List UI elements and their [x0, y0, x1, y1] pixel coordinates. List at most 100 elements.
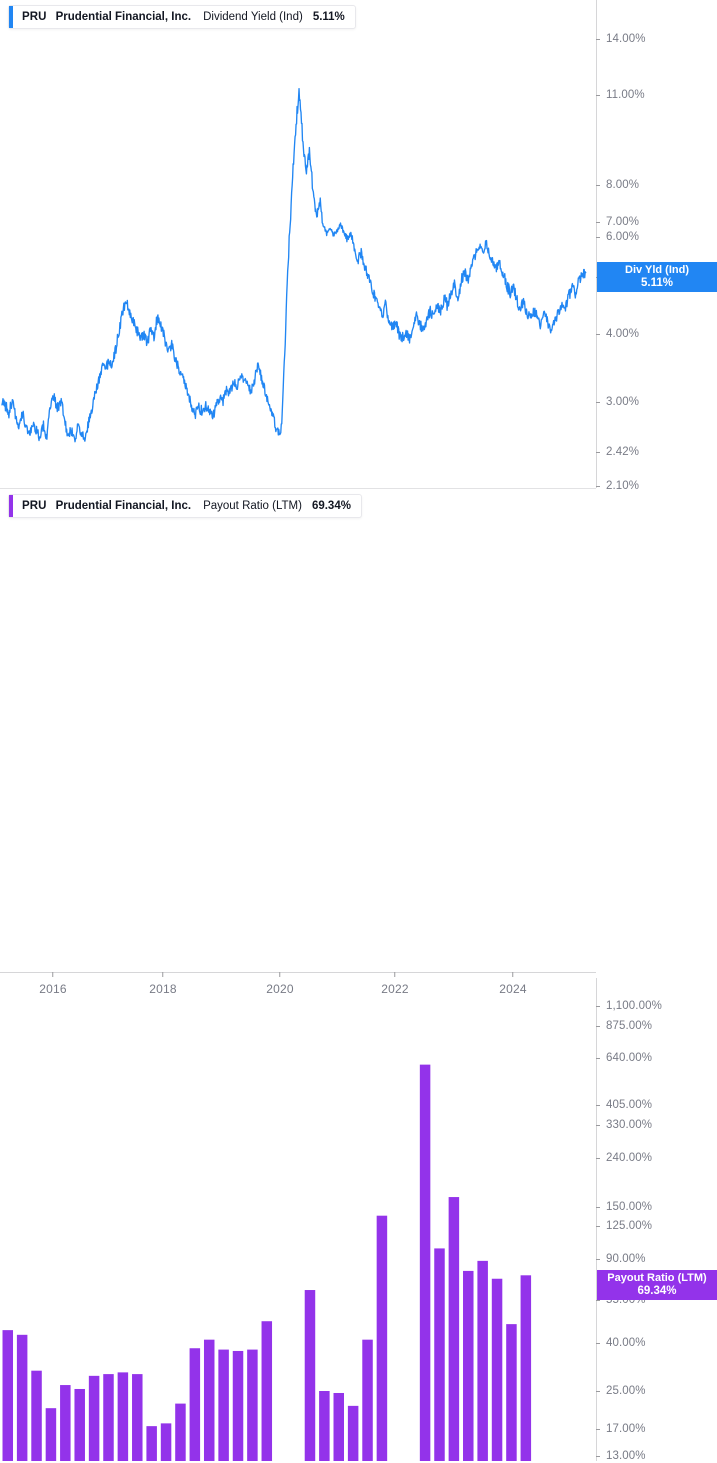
time-tick-label: 2024 [499, 982, 527, 996]
payout-ratio-price-axis[interactable]: 1,100.00% 875.00% 640.00% 405.00% 330.00% 240… [596, 978, 717, 1463]
payout-ratio-bar[interactable] [333, 1392, 345, 1461]
time-axis[interactable]: 2016 2018 2020 2022 2024 [0, 972, 596, 1005]
axis-tick-mark [596, 1428, 600, 1430]
dividend-yield-plot[interactable] [0, 0, 596, 487]
axis-tick-mark [596, 1057, 600, 1059]
payout-ratio-bar[interactable] [31, 1370, 42, 1461]
payout-ratio-bar[interactable] [189, 1348, 201, 1461]
payout-ratio-bar[interactable] [362, 1339, 373, 1461]
axis-tick: 13.00% [596, 1449, 646, 1463]
axis-tick: 17.00% [596, 1422, 646, 1436]
payout-ratio-bar[interactable] [88, 1375, 100, 1461]
axis-tick: 90.00% [596, 1252, 646, 1266]
axis-tick-label: 405.00% [606, 1099, 653, 1111]
axis-tick-mark [596, 94, 600, 96]
payout-ratio-bar[interactable] [304, 1290, 316, 1461]
axis-tick-mark [596, 485, 600, 487]
axis-tick: 7.00% [596, 215, 639, 229]
metric-value: 69.34% [311, 500, 351, 512]
axis-tick: 2.42% [596, 445, 639, 459]
payout-ratio-bar[interactable] [463, 1270, 474, 1461]
payout-ratio-bar[interactable] [103, 1374, 114, 1461]
axis-tick-label: 14.00% [606, 33, 646, 45]
axis-tick-mark [596, 451, 600, 453]
time-axis-tick: 2020 [266, 972, 294, 996]
payout-ratio-bar[interactable] [16, 1334, 28, 1461]
payout-ratio-panel: 1,100.00% 875.00% 640.00% 405.00% 330.00% 240… [0, 489, 717, 1462]
axis-tick-label: 11.00% [606, 89, 645, 101]
axis-tick-label: 4.00% [606, 328, 640, 340]
axis-tick-mark [596, 1455, 600, 1457]
company-name: Prudential Financial, Inc. [55, 500, 192, 512]
axis-tick: 40.00% [596, 1336, 646, 1350]
dividend-yield-line-svg [1, 88, 587, 443]
time-tick-label: 2018 [149, 982, 177, 996]
payout-ratio-bar[interactable] [376, 1215, 388, 1461]
axis-tick-mark [596, 1342, 600, 1344]
axis-tick: 8.00% [596, 178, 639, 192]
payout-ratio-bar[interactable] [160, 1423, 172, 1461]
time-axis-tick: 2022 [381, 972, 409, 996]
payout-ratio-bar[interactable] [203, 1339, 215, 1461]
dividend-yield-price-axis[interactable]: 14.00%11.00%8.00%7.00%6.00%5.00%4.00%3.0… [596, 0, 717, 492]
payout-ratio-bar[interactable] [2, 1330, 14, 1461]
payout-ratio-bar-svg [2, 1064, 532, 1461]
dividend-yield-legend-chip[interactable]: PRU Prudential Financial, Inc. Dividend … [8, 5, 356, 29]
axis-tick-label: 2.42% [606, 446, 640, 458]
payout-ratio-bar[interactable] [434, 1248, 445, 1461]
axis-tick: 330.00% [596, 1118, 652, 1132]
payout-ratio-bar[interactable] [261, 1321, 273, 1461]
axis-tick: 3.00% [596, 395, 639, 409]
time-tick-mark [279, 972, 281, 977]
payout-ratio-bar[interactable] [477, 1260, 488, 1461]
payout-ratio-bar[interactable] [60, 1385, 71, 1461]
badge-series-value: 5.11% [641, 276, 673, 289]
payout-ratio-bar[interactable] [74, 1388, 85, 1461]
axis-tick-mark [596, 38, 600, 40]
ticker-symbol: PRU [22, 500, 47, 512]
metric-name: Dividend Yield (Ind) [203, 11, 303, 23]
payout-ratio-bar[interactable] [132, 1374, 143, 1461]
badge-series-value: 69.34% [637, 1284, 677, 1297]
payout-ratio-bar[interactable] [491, 1278, 503, 1461]
axis-tick: 25.00% [596, 1384, 646, 1398]
payout-ratio-bar[interactable] [117, 1372, 129, 1461]
payout-ratio-current-badge: Payout Ratio (LTM) 69.34% [597, 1270, 717, 1300]
time-tick-mark [512, 972, 514, 977]
payout-ratio-legend-chip[interactable]: PRU Prudential Financial, Inc. Payout Ra… [8, 494, 362, 518]
axis-tick-label: 150.00% [606, 1201, 653, 1213]
payout-ratio-bar[interactable] [232, 1350, 244, 1461]
time-axis-tick: 2024 [499, 972, 527, 996]
axis-tick-mark [596, 1390, 600, 1392]
axis-tick-label: 17.00% [606, 1423, 646, 1435]
time-tick-mark [394, 972, 396, 977]
payout-ratio-bar[interactable] [347, 1405, 359, 1461]
axis-tick-mark [596, 236, 600, 238]
axis-tick-mark [596, 1005, 600, 1007]
payout-ratio-bar[interactable] [247, 1349, 258, 1461]
time-tick-label: 2020 [266, 982, 294, 996]
chart-page: PRU Prudential Financial, Inc. Dividend … [0, 0, 717, 1462]
payout-ratio-bar[interactable] [448, 1197, 460, 1461]
axis-tick-mark [596, 1258, 600, 1260]
axis-tick-label: 7.00% [606, 216, 640, 228]
payout-ratio-bar[interactable] [520, 1275, 532, 1461]
payout-ratio-bar[interactable] [506, 1324, 517, 1461]
payout-ratio-plot[interactable] [0, 978, 596, 1461]
axis-tick-mark [596, 1225, 600, 1227]
payout-ratio-bar[interactable] [218, 1349, 229, 1461]
axis-tick-label: 25.00% [606, 1385, 646, 1397]
axis-tick-label: 125.00% [606, 1220, 653, 1232]
badge-series-name: Payout Ratio (LTM) [607, 1272, 707, 1285]
payout-ratio-bar[interactable] [419, 1064, 431, 1461]
axis-tick: 11.00% [596, 88, 645, 102]
dividend-yield-current-badge: Div Yld (Ind) 5.11% [597, 262, 717, 292]
axis-tick: 240.00% [596, 1151, 652, 1165]
payout-ratio-bar[interactable] [45, 1408, 57, 1461]
axis-tick-label: 330.00% [606, 1119, 653, 1131]
payout-ratio-bar[interactable] [146, 1426, 157, 1461]
payout-ratio-bar[interactable] [175, 1403, 186, 1461]
payout-ratio-bar[interactable] [319, 1391, 330, 1461]
axis-tick-label: 40.00% [606, 1337, 646, 1349]
dividend-yield-panel: PRU Prudential Financial, Inc. Dividend … [0, 0, 717, 492]
